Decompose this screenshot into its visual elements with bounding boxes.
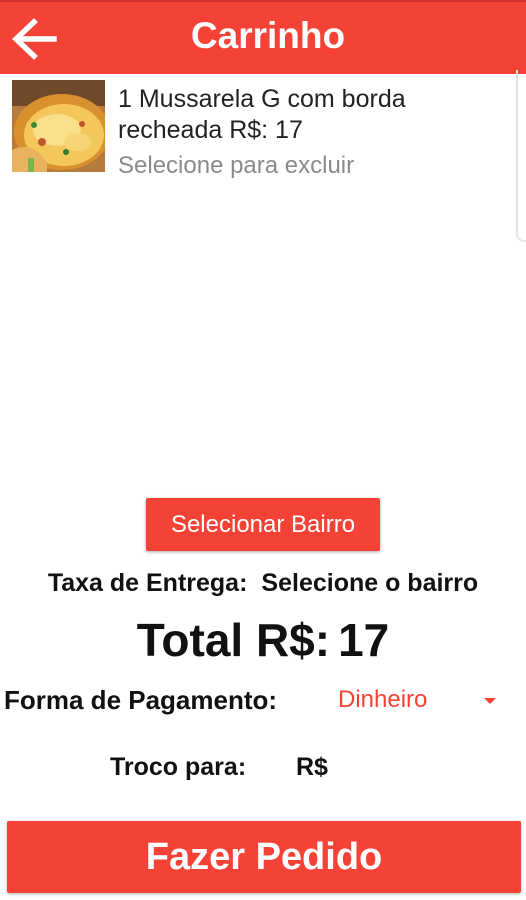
- change-label: Troco para:: [110, 753, 247, 781]
- payment-method-value: Dinheiro: [338, 686, 428, 713]
- place-order-button[interactable]: Fazer Pedido: [7, 821, 521, 893]
- currency-prefix: R$: [296, 753, 328, 781]
- delivery-fee-value: Selecione o bairro: [261, 569, 479, 597]
- cart-item[interactable]: 1 Mussarela G com borda recheada R$: 17 …: [11, 78, 491, 183]
- change-input[interactable]: R$: [292, 748, 492, 788]
- delivery-fee-row: Taxa de Entrega: Selecione o bairro: [0, 569, 526, 598]
- select-neighborhood-button[interactable]: Selecionar Bairro: [146, 498, 380, 551]
- delivery-fee-label: Taxa de Entrega:: [47, 569, 248, 597]
- scrollbar[interactable]: [516, 70, 526, 242]
- app-bar: Carrinho: [0, 0, 526, 74]
- cart-item-title: 1 Mussarela G com borda recheada R$: 17: [118, 85, 406, 144]
- total-value: 17: [338, 614, 390, 666]
- dropdown-arrow-icon: [484, 698, 496, 704]
- page-title: Carrinho: [190, 15, 346, 56]
- total-row: Total R$: 17: [0, 613, 526, 667]
- total-label: Total R$:: [136, 614, 331, 666]
- payment-method-select[interactable]: Dinheiro: [334, 682, 510, 724]
- cart-item-hint: Selecione para excluir: [118, 152, 355, 179]
- pizza-image: [12, 80, 105, 172]
- payment-label: Forma de Pagamento:: [4, 685, 278, 715]
